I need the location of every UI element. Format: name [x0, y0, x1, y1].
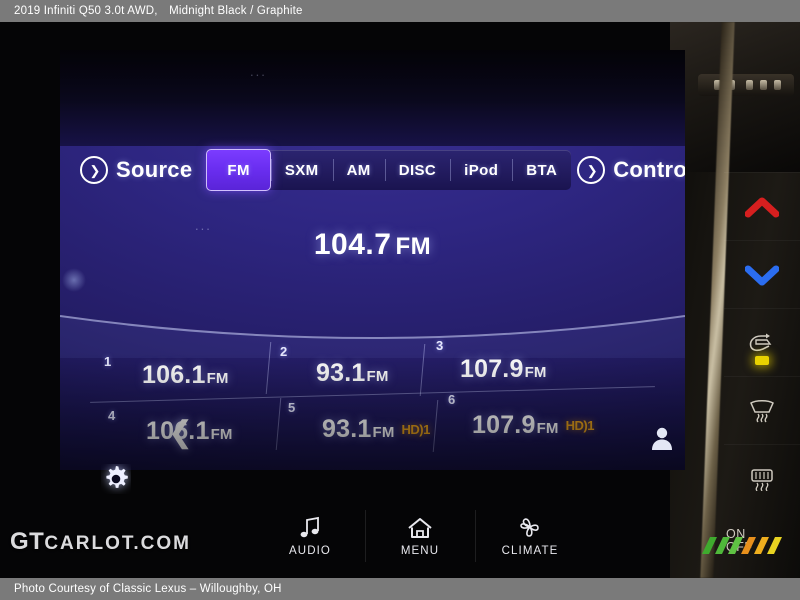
preset-1-number: 1: [104, 354, 112, 369]
caption-vehicle: 2019 Infiniti Q50 3.0t AWD,: [14, 5, 158, 17]
preset-2[interactable]: 2 93.1FM: [280, 344, 430, 400]
windshield-defrost-icon: [750, 399, 774, 422]
preset-2-value: 93.1FM: [316, 359, 389, 388]
preset-1[interactable]: 1 106.1FM: [104, 348, 276, 402]
tab-bta[interactable]: BTA: [512, 150, 571, 190]
preset-3-frequency: 107.9: [460, 354, 524, 383]
audio-soft-key[interactable]: AUDIO: [255, 500, 365, 572]
preset-3-value: 107.9FM: [460, 355, 547, 384]
recirculate-icon: [749, 333, 772, 351]
preset-2-number: 2: [280, 344, 288, 359]
settings-button[interactable]: [101, 464, 131, 494]
tab-ipod-label: iPod: [464, 161, 499, 179]
brand-stripes-logo: [696, 537, 788, 554]
temp-down-button[interactable]: [724, 240, 800, 308]
preset-1-band: FM: [206, 369, 229, 387]
audio-soft-key-label: AUDIO: [289, 545, 331, 557]
watermark-prefix: GT: [10, 528, 45, 555]
recirculate-indicator-led: [755, 356, 769, 365]
source-button[interactable]: ❯ Source: [80, 156, 192, 184]
preset-2-band: FM: [366, 367, 389, 385]
preset-6-hd-badge: HD)1: [565, 418, 595, 434]
watermark-suffix: CARLOT.COM: [44, 533, 191, 554]
control-button-label: Control: [613, 157, 685, 182]
current-frequency: 104.7: [313, 228, 392, 261]
preset-3-band: FM: [524, 363, 547, 381]
tab-disc[interactable]: DISC: [384, 150, 450, 190]
preset-3[interactable]: 3 107.9FM: [436, 338, 616, 396]
preset-4-number: 4: [108, 408, 116, 423]
tab-sxm-label: SXM: [284, 161, 319, 179]
screen-top-band: [60, 50, 685, 146]
menu-soft-key[interactable]: MENU: [365, 500, 475, 572]
recirculate-button[interactable]: [724, 308, 800, 376]
user-profile-button[interactable]: [648, 424, 676, 452]
preset-6-value: 107.9FM HD)1: [472, 411, 594, 440]
dashboard-upper-trim: [670, 22, 800, 172]
tab-disc-label: DISC: [398, 161, 437, 179]
preset-1-frequency: 106.1: [142, 360, 206, 389]
caption-colors: Midnight Black / Graphite: [169, 5, 303, 17]
climate-button-column: [724, 172, 800, 578]
tab-am-label: AM: [346, 161, 371, 179]
preset-6[interactable]: 6 107.9FM HD)1: [448, 392, 648, 452]
preset-3-number: 3: [436, 338, 444, 353]
preset-5-band: FM: [372, 423, 395, 441]
preset-5-value: 93.1FM HD)1: [322, 415, 430, 444]
preset-6-number: 6: [448, 392, 456, 407]
caption-bottom-text: Photo Courtesy of Classic Lexus – Willou…: [14, 583, 282, 595]
tab-fm-label: FM: [227, 161, 250, 179]
source-bar: ❯ Source FM SXM AM DISC iPod BTA ❯ Contr…: [60, 142, 685, 198]
vehicle-photo: ON OFF ... ... ... ❯ Source FM SXM AM DI…: [0, 22, 800, 578]
control-button[interactable]: ❯ Control: [577, 156, 685, 184]
preset-5-hd-badge: HD)1: [401, 422, 431, 438]
chevron-circle-right-icon: ❯: [577, 156, 606, 184]
source-button-label: Source: [116, 157, 193, 182]
tab-sxm[interactable]: SXM: [270, 150, 333, 190]
preset-6-band: FM: [536, 419, 559, 437]
air-vent: [698, 74, 794, 96]
current-station: 104.7 FM: [60, 228, 685, 262]
caption-top: 2019 Infiniti Q50 3.0t AWD, Midnight Bla…: [0, 0, 800, 22]
preset-5[interactable]: 5 93.1FM HD)1: [288, 400, 468, 456]
home-icon: [408, 518, 432, 538]
screen-glare: [62, 268, 86, 292]
caption-bottom: Photo Courtesy of Classic Lexus – Willou…: [0, 578, 800, 600]
infotainment-display[interactable]: ... ... ... ❯ Source FM SXM AM DISC iPod…: [60, 50, 685, 470]
chevron-up-icon: [745, 197, 779, 217]
prev-preset-page-button[interactable]: ❮: [168, 418, 193, 448]
climate-soft-key[interactable]: CLIMATE: [475, 500, 585, 572]
preset-4[interactable]: 4 106.1FM: [108, 404, 280, 458]
preset-2-frequency: 93.1: [316, 358, 366, 387]
faint-mark-top: ...: [250, 64, 267, 79]
temp-up-button[interactable]: [724, 172, 800, 240]
rear-defrost-icon: [751, 468, 773, 491]
screenshot-root: 2019 Infiniti Q50 3.0t AWD, Midnight Bla…: [0, 0, 800, 600]
fan-icon: [520, 518, 539, 537]
tab-am[interactable]: AM: [332, 150, 385, 190]
preset-5-frequency: 93.1: [322, 414, 372, 443]
current-band: FM: [395, 233, 432, 260]
preset-1-value: 106.1FM: [142, 361, 229, 390]
soft-key-row: AUDIO MENU CLIMATE: [255, 500, 585, 572]
menu-soft-key-label: MENU: [400, 545, 440, 557]
preset-6-frequency: 107.9: [472, 410, 536, 439]
preset-4-band: FM: [210, 425, 233, 443]
chevron-circle-right-icon: ❯: [80, 156, 108, 184]
person-icon: [652, 427, 672, 450]
gtcarlot-watermark: GTCARLOT.COM: [10, 528, 191, 556]
tab-fm[interactable]: FM: [206, 149, 271, 191]
source-tab-group: FM SXM AM DISC iPod BTA: [206, 149, 572, 191]
rear-defrost-button[interactable]: [724, 444, 800, 512]
climate-soft-key-label: CLIMATE: [501, 545, 559, 557]
tab-bta-label: BTA: [526, 161, 558, 179]
music-note-icon: [300, 516, 319, 538]
chevron-down-icon: [745, 265, 779, 285]
gear-icon: [106, 466, 128, 488]
preset-5-number: 5: [288, 400, 296, 415]
tab-ipod[interactable]: iPod: [450, 150, 512, 190]
front-defrost-button[interactable]: [724, 376, 800, 444]
